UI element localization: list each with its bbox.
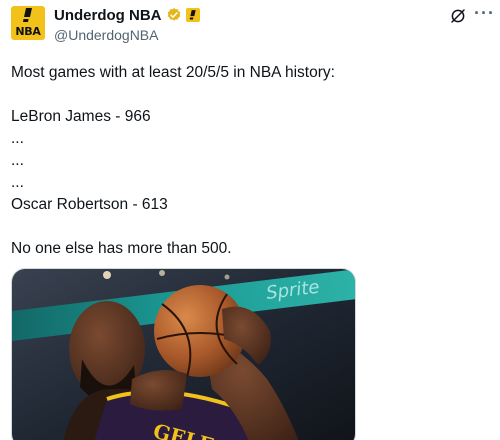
tweet-photo[interactable]: Sprite GELES [11,268,356,440]
avatar-label: NBA [15,25,41,38]
tweet-line: LeBron James - 966 [11,108,151,125]
name-row: Underdog NBA [54,6,200,24]
affiliate-logo-glyph-icon [189,9,196,19]
more-options-button[interactable]: ··· [474,3,495,24]
tweet-line: ... [11,174,24,191]
display-name[interactable]: Underdog NBA [54,7,162,24]
tweet-line: Most games with at least 20/5/5 in NBA h… [11,64,335,81]
underdog-affiliate-icon[interactable] [185,8,200,22]
tweet-line [11,84,481,106]
tweet-header: Underdog NBA @UnderdogNBA [54,6,200,43]
tweet-line [11,216,481,238]
user-handle[interactable]: @UnderdogNBA [54,27,200,43]
tweet-line: ... [11,152,24,169]
underdog-logo-icon [23,8,32,22]
avatar[interactable]: NBA [11,6,45,40]
tweet-line: No one else has more than 500. [11,240,232,257]
verified-badge-icon[interactable] [166,7,182,23]
tweet-line: ... [11,130,24,147]
photo-lebron-james-basketball: Sprite GELES [12,269,355,440]
grok-icon[interactable] [449,7,467,25]
tweet-line: Oscar Robertson - 613 [11,196,168,213]
tweet-text: Most games with at least 20/5/5 in NBA h… [11,62,481,260]
